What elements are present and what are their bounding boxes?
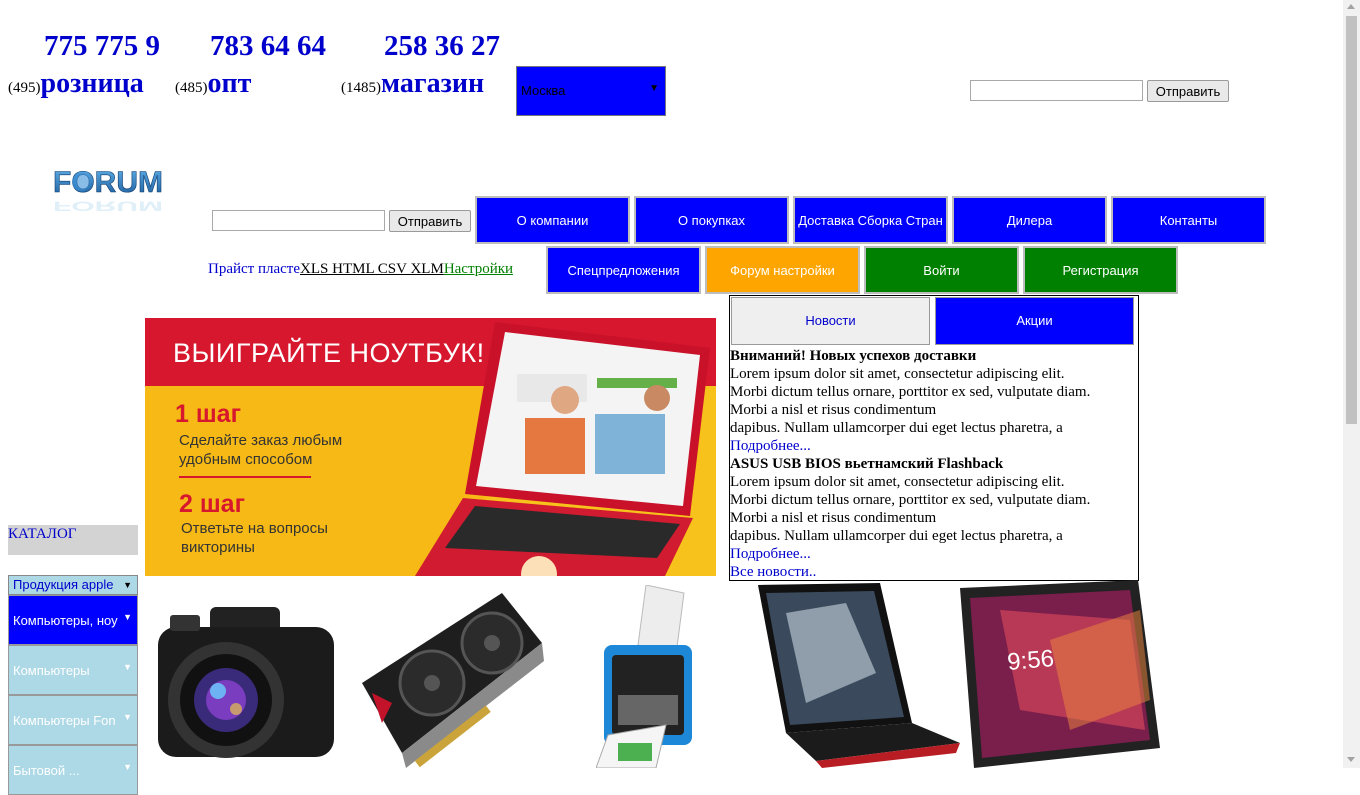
product-laptop[interactable] [756, 583, 960, 768]
catalog-select[interactable]: Продукция apple ▼ [8, 575, 138, 595]
banner-title: ВЫИГРАЙТЕ НОУТБУК! [173, 338, 485, 368]
phone-store: 258 36 27 [384, 30, 500, 62]
department-label: магазин [381, 68, 485, 99]
page-scrollbar[interactable] [1343, 0, 1360, 768]
area-code: (1485) [341, 80, 381, 96]
product-graphics-card[interactable] [352, 583, 548, 768]
nav-about-purchases[interactable]: О покупках [634, 196, 789, 244]
news-title: Вниманий! Новых успехов доставки [730, 348, 977, 364]
sidebar-item-computers[interactable]: Компьютеры ▼ [8, 645, 138, 695]
scroll-down-icon[interactable] [1347, 757, 1355, 762]
nav-register[interactable]: Регистрация [1023, 246, 1178, 294]
chevron-down-icon: ▼ [123, 762, 132, 772]
chevron-down-icon: ▼ [123, 580, 132, 590]
news-text: Morbi a nisl et risus condimentum [730, 510, 937, 526]
news-text: Morbi a nisl et risus condimentum [730, 402, 937, 418]
price-settings-link[interactable]: Настройки [444, 261, 513, 277]
product-printer[interactable] [595, 584, 696, 769]
sidebar-item-appliances[interactable]: Бытовой ... ▼ [8, 745, 138, 795]
department-store: (1485)магазин [341, 68, 484, 100]
news-text: Lorem ipsum dolor sit amet, consectetur … [730, 474, 1065, 490]
city-select[interactable]: Москва ▼ [516, 66, 666, 116]
svg-text:FORUM: FORUM [53, 198, 163, 213]
svg-text:9:56: 9:56 [1006, 645, 1055, 676]
banner-step1-title: 1 шаг [175, 400, 242, 428]
forum-logo[interactable]: FORUM FORUM [8, 124, 208, 224]
price-links: Прайст пластеXLS HTML CSV XLMНастройки [208, 261, 513, 278]
department-wholesale: (485)опт [175, 68, 251, 100]
banner-step1-line1: Сделайте заказ любым [179, 432, 343, 449]
department-label: розница [40, 68, 144, 99]
news-text: Morbi dictum tellus ornare, porttitor ex… [730, 492, 1091, 508]
catalog-search-submit-button[interactable]: Отправить [389, 210, 471, 232]
banner-step1-line2: удобным способом [179, 451, 313, 468]
phone-wholesale: 783 64 64 [210, 30, 326, 62]
price-list-label[interactable]: Прайст пласте [208, 261, 300, 277]
nav-about-company[interactable]: О компании [475, 196, 630, 244]
banner-step2-title: 2 шаг [179, 490, 246, 518]
department-label: опт [207, 68, 252, 99]
price-formats-link[interactable]: XLS HTML CSV XLM [300, 261, 444, 277]
nav-contacts[interactable]: Контанты [1111, 196, 1266, 244]
promo-banner[interactable]: ВЫИГРАЙТЕ НОУТБУК! 1 шаг Сделайте заказ … [145, 318, 716, 576]
sidebar-item-label: Бытовой ... [13, 762, 80, 778]
nav-login[interactable]: Войти [864, 246, 1019, 294]
top-search-input[interactable] [970, 80, 1143, 101]
news-text: Morbi dictum tellus ornare, porttitor ex… [730, 384, 1091, 400]
nav-forum-settings[interactable]: Форум настройки [705, 246, 860, 294]
news-title: ASUS USB BIOS вьетнамский Flashback [730, 456, 1004, 472]
all-news-link[interactable]: Все новости.. [730, 564, 816, 580]
chevron-down-icon: ▼ [123, 662, 132, 672]
catalog-select-value: Продукция apple [13, 577, 114, 592]
sidebar-item-computers-laptops[interactable]: Компьютеры, ноу ▼ [8, 595, 138, 645]
news-panel: Новости Акции Вниманий! Новых успехов до… [729, 295, 1139, 581]
product-tablet[interactable]: 9:56 [960, 580, 1164, 768]
chevron-down-icon: ▼ [123, 612, 132, 622]
department-retail: (495)розница [8, 68, 144, 100]
chevron-down-icon: ▼ [649, 83, 659, 94]
product-camera[interactable] [150, 585, 340, 768]
news-list: Вниманий! Новых успехов доставки Lorem i… [730, 347, 1136, 581]
banner-step2-line2: викторины [181, 539, 255, 556]
phone-retail: 775 775 9 [44, 30, 160, 62]
nav-dealers[interactable]: Дилера [952, 196, 1107, 244]
scroll-up-icon[interactable] [1347, 4, 1355, 9]
top-search-submit-button[interactable]: Отправить [1147, 80, 1229, 102]
tab-news[interactable]: Новости [731, 297, 930, 345]
area-code: (495) [8, 80, 41, 96]
sidebar-item-computers-fon[interactable]: Компьютеры Fon ▼ [8, 695, 138, 745]
area-code: (485) [175, 80, 208, 96]
banner-step2-line1: Ответьте на вопросы [181, 520, 328, 537]
tab-promotions[interactable]: Акции [935, 297, 1134, 345]
scrollbar-thumb[interactable] [1346, 16, 1357, 424]
nav-special-offers[interactable]: Спецпредложения [546, 246, 701, 294]
nav-delivery[interactable]: Доставка Сборка Стран [793, 196, 948, 244]
city-select-value: Москва [521, 83, 566, 98]
catalog-title: КАТАЛОГ [8, 525, 138, 555]
catalog-search-input[interactable] [212, 210, 385, 231]
sidebar-item-label: Компьютеры, ноу [13, 612, 118, 628]
sidebar-item-label: Компьютеры [13, 662, 90, 678]
news-text: dapibus. Nullam ullamcorper dui eget lec… [730, 528, 1063, 544]
news-text: Lorem ipsum dolor sit amet, consectetur … [730, 366, 1065, 382]
sidebar-item-label: Компьютеры Fon [13, 712, 116, 728]
news-more-link[interactable]: Подробнее... [730, 546, 811, 562]
news-more-link[interactable]: Подробнее... [730, 438, 811, 454]
chevron-down-icon: ▼ [123, 712, 132, 722]
svg-text:FORUM: FORUM [53, 166, 163, 199]
news-text: dapibus. Nullam ullamcorper dui eget lec… [730, 420, 1063, 436]
